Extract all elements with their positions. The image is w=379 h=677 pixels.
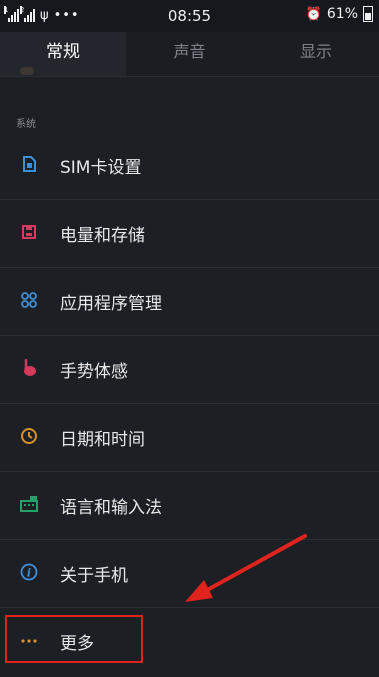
annotation-arrow [185, 534, 307, 602]
